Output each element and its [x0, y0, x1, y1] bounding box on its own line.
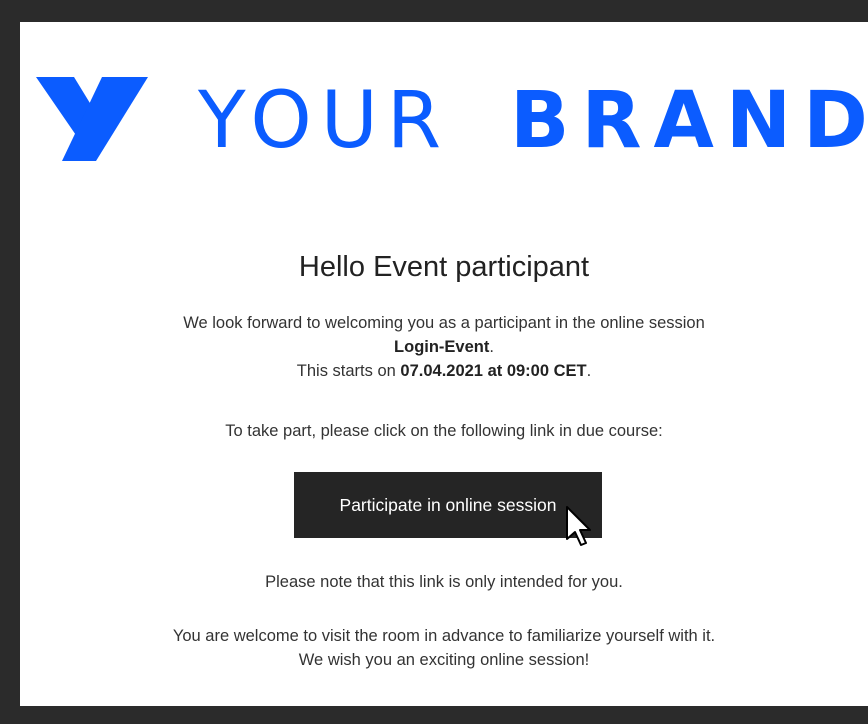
email-body: YOUR BRAND Hello Event participant We lo…: [20, 22, 868, 706]
instruction-text: To take part, please click on the follow…: [225, 422, 663, 440]
intro-paragraph: We look forward to welcoming you as a pa…: [20, 311, 868, 383]
session-suffix: .: [489, 338, 494, 356]
mouse-pointer-icon: [566, 506, 591, 546]
y-logo-mark-icon: [36, 77, 148, 161]
cta-container: Participate in online session: [294, 472, 602, 538]
closing-paragraph: You are welcome to visit the room in adv…: [20, 624, 868, 672]
intro-line: We look forward to welcoming you as a pa…: [183, 314, 705, 332]
session-name: Login-Event: [394, 338, 490, 356]
closing-line-1: You are welcome to visit the room in adv…: [172, 627, 716, 645]
brand-word-your: YOUR: [198, 76, 451, 166]
participate-button[interactable]: Participate in online session: [294, 472, 602, 538]
session-line: Login-Event.: [20, 335, 868, 359]
start-line: This starts on 07.04.2021 at 09:00 CET.: [20, 359, 868, 383]
closing-line-2: We wish you an exciting online session!: [298, 651, 590, 669]
window-frame: [0, 0, 20, 724]
starts-prefix: This starts on: [296, 362, 401, 380]
start-datetime: 07.04.2021 at 09:00 CET: [400, 362, 587, 380]
greeting-heading: Hello Event participant: [298, 251, 590, 283]
starts-suffix: .: [586, 362, 592, 380]
brand-word-brand: BRAND: [510, 76, 868, 166]
brand-logo: YOUR BRAND: [36, 76, 868, 166]
note-text: Please note that this link is only inten…: [265, 573, 623, 591]
